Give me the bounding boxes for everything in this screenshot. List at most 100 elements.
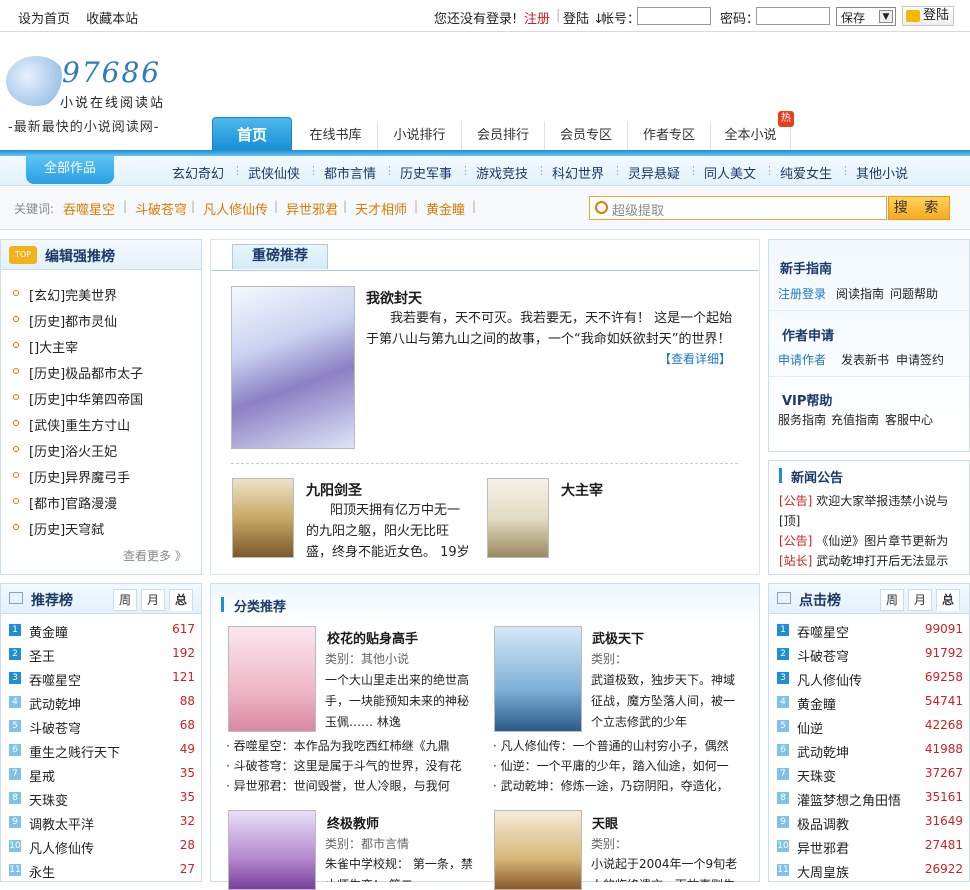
- table-row[interactable]: 11 永生 27: [9, 862, 195, 881]
- category-link[interactable]: 同人美文: [704, 163, 756, 182]
- category-link[interactable]: 游戏竞技: [476, 163, 528, 182]
- book-cover-image[interactable]: [232, 478, 294, 558]
- rank-book-name[interactable]: 永生: [29, 862, 55, 881]
- list-item[interactable]: · 凡人修仙传：一个普通的山村穷小子，偶然: [493, 736, 743, 756]
- search-button[interactable]: 搜 索: [888, 196, 950, 220]
- tab-week[interactable]: 周: [113, 589, 137, 611]
- guide-link[interactable]: 问题帮助: [890, 285, 938, 302]
- rank-book-name[interactable]: 重生之贱行天下: [29, 742, 120, 761]
- guide-link[interactable]: 发表新书: [841, 351, 889, 368]
- book-cover-image[interactable]: [494, 810, 582, 890]
- book-title[interactable]: 终极教师: [327, 813, 379, 832]
- rank-book-name[interactable]: 吞噬星空: [797, 622, 849, 641]
- category-link[interactable]: 灵异悬疑: [628, 163, 680, 182]
- account-input[interactable]: [637, 7, 711, 25]
- book-title[interactable]: 我欲封天: [366, 288, 422, 308]
- category-link[interactable]: 科幻世界: [552, 163, 604, 182]
- tab-week[interactable]: 周: [880, 589, 904, 611]
- category-link[interactable]: 纯爱女生: [780, 163, 832, 182]
- tab-library[interactable]: 在线书库: [294, 121, 378, 151]
- view-detail-link[interactable]: 【查看详细】: [659, 350, 731, 367]
- table-row[interactable]: 9 调教太平洋 32: [9, 814, 195, 833]
- table-row[interactable]: 3 吞噬星空 121: [9, 670, 195, 689]
- keyword-link[interactable]: 黄金瞳: [426, 199, 465, 218]
- book-title[interactable]: 武极天下: [592, 628, 644, 647]
- tab-total[interactable]: 总: [936, 589, 960, 611]
- guide-link[interactable]: 阅读指南: [836, 285, 884, 302]
- book-title[interactable]: 大主宰: [561, 480, 603, 500]
- table-row[interactable]: 5 仙逆 42268: [777, 718, 963, 737]
- rank-book-name[interactable]: 大周皇族: [797, 862, 849, 881]
- category-link[interactable]: 历史军事: [400, 163, 452, 182]
- table-row[interactable]: 7 天珠变 37267: [777, 766, 963, 785]
- table-row[interactable]: 5 斗破苍穹 68: [9, 718, 195, 737]
- table-row[interactable]: 1 吞噬星空 99091: [777, 622, 963, 641]
- table-row[interactable]: 6 武动乾坤 41988: [777, 742, 963, 761]
- news-item[interactable]: [公告] 欢迎大家举报违禁小说与[顶]: [779, 491, 961, 531]
- rank-book-name[interactable]: 凡人修仙传: [29, 838, 94, 857]
- keyword-link[interactable]: 异世邪君: [286, 199, 338, 218]
- rank-book-name[interactable]: 调教太平洋: [29, 814, 94, 833]
- keyword-link[interactable]: 天才相师: [355, 199, 407, 218]
- rank-book-name[interactable]: 圣王: [29, 646, 55, 665]
- tab-member-zone[interactable]: 会员专区: [545, 121, 628, 151]
- table-row[interactable]: 11 大周皇族 26922: [777, 862, 963, 881]
- bookmark-link[interactable]: 收藏本站: [86, 12, 138, 27]
- rank-book-name[interactable]: 天珠变: [797, 766, 836, 785]
- list-item[interactable]: · 异世邪君：世间毁誉，世人冷眼，与我何: [226, 776, 474, 796]
- rank-book-name[interactable]: 星戒: [29, 766, 55, 785]
- login-button[interactable]: 登陆: [902, 6, 954, 26]
- all-works-tab[interactable]: 全部作品: [26, 156, 114, 184]
- rank-book-name[interactable]: 灌篮梦想之角田悟: [797, 790, 901, 809]
- rank-book-name[interactable]: 仙逆: [797, 718, 823, 737]
- list-item[interactable]: · 吞噬星空：本作品为我吃西红柿继《九鼎: [226, 736, 474, 756]
- tab-member-rank[interactable]: 会员排行: [462, 121, 545, 151]
- table-row[interactable]: 9 极品调教 31649: [777, 814, 963, 833]
- guide-link[interactable]: 申请作者: [778, 351, 826, 368]
- rank-book-name[interactable]: 武动乾坤: [797, 742, 849, 761]
- table-row[interactable]: 10 异世邪君 27481: [777, 838, 963, 857]
- keyword-link[interactable]: 凡人修仙传: [203, 199, 268, 218]
- featured-tab[interactable]: 重磅推荐: [232, 244, 328, 269]
- book-title[interactable]: 天眼: [592, 813, 618, 832]
- tab-author-zone[interactable]: 作者专区: [628, 121, 711, 151]
- category-link[interactable]: 玄幻奇幻: [172, 163, 224, 182]
- rank-book-name[interactable]: 黄金瞳: [29, 622, 68, 641]
- book-cover-image[interactable]: [228, 626, 316, 732]
- tab-home[interactable]: 首页: [212, 117, 292, 151]
- guide-link[interactable]: 服务指南: [778, 411, 826, 428]
- table-row[interactable]: 2 圣王 192: [9, 646, 195, 665]
- tab-month[interactable]: 月: [141, 589, 165, 611]
- rank-book-name[interactable]: 武动乾坤: [29, 694, 81, 713]
- table-row[interactable]: 10 凡人修仙传 28: [9, 838, 195, 857]
- table-row[interactable]: 1 黄金瞳 617: [9, 622, 195, 641]
- list-item[interactable]: · 斗破苍穹：这里是属于斗气的世界，没有花: [226, 756, 474, 776]
- guide-link[interactable]: 注册登录: [778, 285, 826, 302]
- book-cover-image[interactable]: [231, 286, 355, 449]
- table-row[interactable]: 8 灌篮梦想之角田悟 35161: [777, 790, 963, 809]
- tab-month[interactable]: 月: [908, 589, 932, 611]
- tab-total[interactable]: 总: [169, 589, 193, 611]
- book-cover-image[interactable]: [487, 478, 549, 558]
- rank-book-name[interactable]: 异世邪君: [797, 838, 849, 857]
- table-row[interactable]: 4 黄金瞳 54741: [777, 694, 963, 713]
- news-item[interactable]: [站长] 武动乾坤打开后无法显示: [779, 551, 961, 571]
- table-row[interactable]: 3 凡人修仙传 69258: [777, 670, 963, 689]
- book-title[interactable]: 校花的贴身高手: [327, 628, 418, 647]
- keyword-link[interactable]: 吞噬星空: [63, 199, 115, 218]
- news-item[interactable]: [公告] 《仙逆》图片章节更新为: [779, 531, 961, 551]
- rank-book-name[interactable]: 斗破苍穹: [797, 646, 849, 665]
- register-link[interactable]: 注册: [524, 8, 550, 27]
- book-title[interactable]: 九阳剑圣: [306, 480, 362, 500]
- list-item[interactable]: · 仙逆：一个平庸的少年，踏入仙途，如何一: [493, 756, 743, 776]
- tab-novel-rank[interactable]: 小说排行: [378, 121, 462, 151]
- save-login-select[interactable]: 保存 ▼: [836, 7, 896, 26]
- rank-book-name[interactable]: 极品调教: [797, 814, 849, 833]
- keyword-link[interactable]: 斗破苍穹: [135, 199, 187, 218]
- search-input[interactable]: 超级提取: [589, 196, 887, 220]
- site-logo[interactable]: 97686 小说在线阅读站 -最新最快的小说阅读网-: [6, 56, 202, 136]
- set-homepage-link[interactable]: 设为首页: [18, 12, 70, 27]
- table-row[interactable]: 6 重生之贱行天下 49: [9, 742, 195, 761]
- category-link[interactable]: 其他小说: [856, 163, 908, 182]
- login-dropdown[interactable]: 登陆 ↓: [563, 8, 604, 27]
